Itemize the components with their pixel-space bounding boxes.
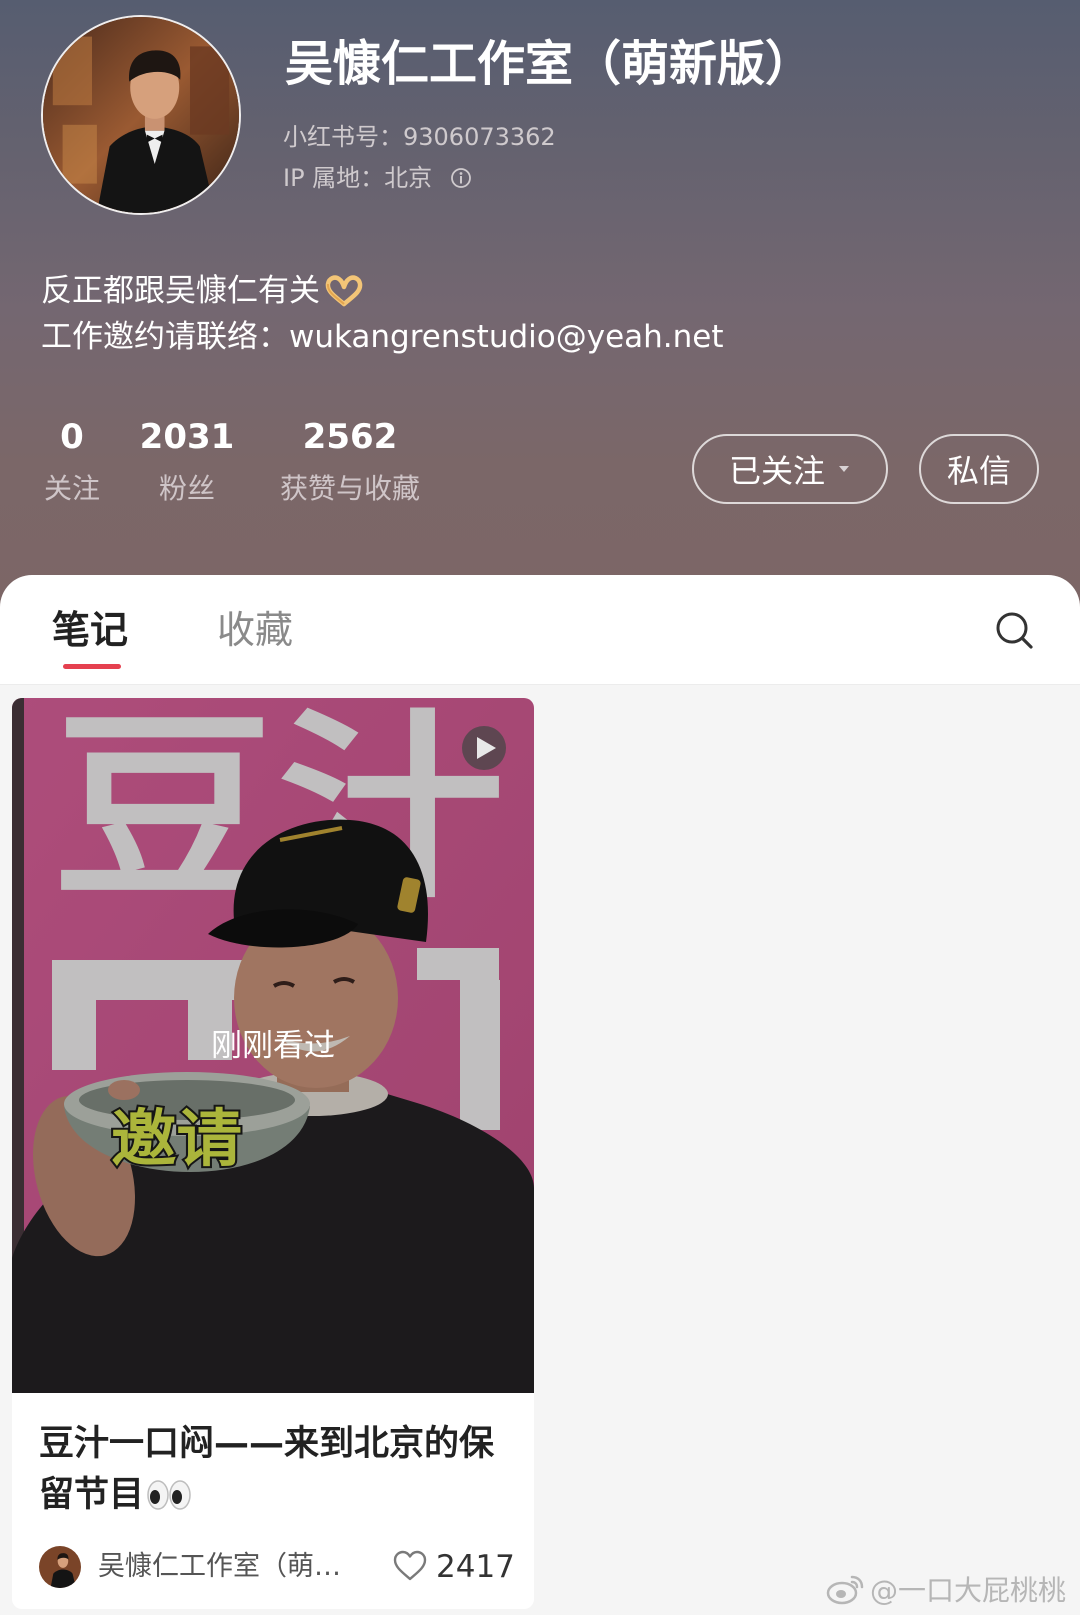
author-avatar[interactable] [39,1546,81,1588]
tab-collections[interactable]: 收藏 [217,605,293,655]
tab-notes[interactable]: 笔记 [52,605,128,655]
note-cover[interactable]: 豆汁 邀请 [12,698,534,1393]
play-icon [462,726,506,770]
stat-following[interactable]: 0 关注 [12,414,132,508]
stat-following-value: 0 [60,417,84,457]
weibo-logo-icon [826,1575,864,1605]
stat-likes-collects-value: 2562 [302,417,398,457]
note-title-text: 豆汁一口闷——来到北京的保留节目 [39,1424,495,1515]
profile-name: 吴慷仁工作室（萌新版） [285,36,814,92]
caret-down-icon [839,466,849,472]
stat-likes-collects-label: 获赞与收藏 [279,472,420,505]
author-name[interactable]: 吴慷仁工作室（萌… [98,1549,341,1585]
stat-following-label: 关注 [43,472,100,505]
followed-button-label: 已关注 [728,452,825,490]
bio-line-2-text: 工作邀约请联络：wukangrenstudio@yeah.net [41,319,724,355]
stat-followers-value: 2031 [139,417,235,457]
heart-icon[interactable] [393,1550,427,1582]
bio-line-1: 反正都跟吴慷仁有关 [41,270,364,312]
bio-line-1-text: 反正都跟吴慷仁有关 [41,273,320,309]
stat-followers[interactable]: 2031 粉丝 [127,414,247,508]
ip-location: IP 属地：北京 [283,162,472,194]
author-avatar-photo [39,1546,81,1588]
watermark-text: @一口大屁桃桃 [870,1574,1067,1607]
bio-line-2: 工作邀约请联络：wukangrenstudio@yeah.net [41,316,724,358]
recently-viewed-badge: 刚刚看过 [211,1028,335,1064]
message-button[interactable]: 私信 [919,434,1039,504]
note-title[interactable]: 豆汁一口闷——来到北京的保留节目 [39,1419,509,1521]
profile-avatar-photo [43,17,239,213]
profile-avatar[interactable] [41,15,241,215]
ip-location-text: IP 属地：北京 [283,164,433,192]
active-tab-indicator [63,664,121,669]
followed-button[interactable]: 已关注 [692,434,888,504]
heart-hands-emoji-icon [325,275,363,307]
search-icon[interactable] [992,608,1036,652]
eyes-emoji-icon [147,1480,191,1510]
red-id: 小红书号：9306073362 [283,121,556,153]
like-count: 2417 [436,1549,515,1585]
stat-likes-collects[interactable]: 2562 获赞与收藏 [260,414,440,508]
note-cover-image: 豆汁 邀请 [12,698,534,1393]
tab-bar: 笔记 收藏 [0,575,1080,685]
message-button-label: 私信 [946,452,1011,490]
red-id-text: 小红书号：9306073362 [283,123,556,151]
watermark: @一口大屁桃桃 [826,1571,1066,1607]
info-icon[interactable] [450,167,472,189]
stat-followers-label: 粉丝 [158,472,215,505]
note-card[interactable]: 豆汁 邀请 [12,698,534,1609]
